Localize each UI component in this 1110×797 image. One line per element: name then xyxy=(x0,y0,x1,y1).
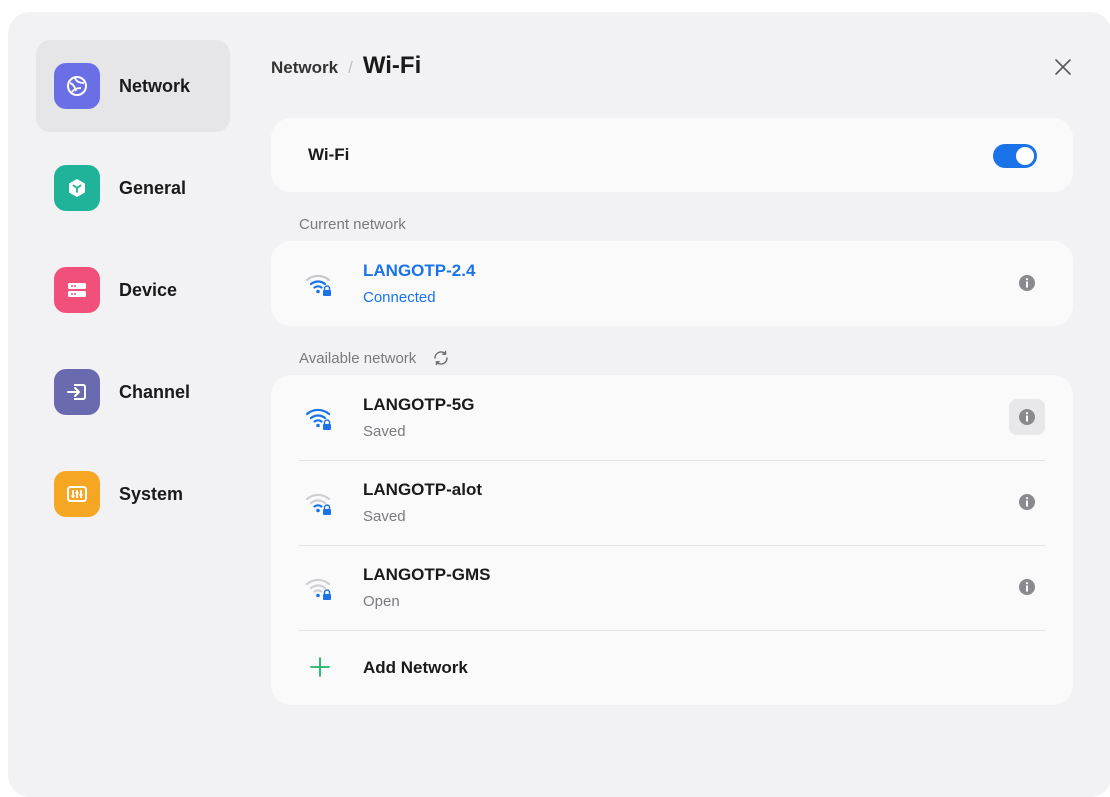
wifi-toggle-label: Wi-Fi xyxy=(308,145,350,164)
info-icon xyxy=(1019,579,1035,595)
wifi-lock-icon xyxy=(305,578,331,600)
network-name: LANGOTP-5G xyxy=(363,395,475,414)
input-icon xyxy=(54,369,100,415)
add-network-label: Add Network xyxy=(363,658,468,677)
refresh-icon[interactable] xyxy=(432,349,450,367)
close-button[interactable] xyxy=(1053,57,1073,77)
wifi-lock-icon xyxy=(305,274,331,296)
info-icon xyxy=(1019,494,1035,510)
sidebar-item-general[interactable]: General xyxy=(36,142,230,234)
network-name: LANGOTP-GMS xyxy=(363,565,491,584)
add-network-button[interactable]: Add Network xyxy=(271,630,1073,705)
page-title: Wi-Fi xyxy=(362,52,422,79)
globe-icon xyxy=(54,63,100,109)
network-row[interactable]: LANGOTP-2.4 Connected xyxy=(271,241,1073,326)
sliders-icon xyxy=(54,471,100,517)
info-icon xyxy=(1019,409,1035,425)
sidebar-item-device[interactable]: Device xyxy=(36,244,230,336)
sidebar-item-label: General xyxy=(119,177,187,198)
network-status: Open xyxy=(363,593,400,610)
breadcrumb: Network / Wi-Fi xyxy=(271,52,421,80)
network-name: LANGOTP-alot xyxy=(363,480,482,499)
sidebar: Network General Device Channel System xyxy=(36,40,230,550)
available-network-label: Available network xyxy=(299,349,450,367)
network-row[interactable]: LANGOTP-5G Saved xyxy=(271,375,1073,460)
breadcrumb-parent[interactable]: Network xyxy=(271,58,338,78)
network-status: Saved xyxy=(363,508,406,525)
server-icon xyxy=(54,267,100,313)
toggle-knob xyxy=(1016,147,1034,165)
plus-icon xyxy=(310,657,330,677)
network-info-button[interactable] xyxy=(1009,399,1045,435)
network-status: Saved xyxy=(363,423,406,440)
available-network-label-text: Available network xyxy=(299,349,417,367)
sidebar-item-label: Network xyxy=(119,75,191,96)
sidebar-item-channel[interactable]: Channel xyxy=(36,346,230,438)
current-network-label: Current network xyxy=(299,216,406,233)
wifi-toggle-card: Wi-Fi xyxy=(271,118,1073,192)
sidebar-item-network[interactable]: Network xyxy=(36,40,230,132)
sidebar-item-label: Channel xyxy=(119,381,191,402)
sidebar-item-system[interactable]: System xyxy=(36,448,230,540)
wifi-lock-icon xyxy=(305,408,331,430)
network-info-button[interactable] xyxy=(1009,569,1045,605)
network-status: Connected xyxy=(363,289,436,306)
available-networks-card: LANGOTP-5G Saved LANGOTP-alot Saved LANG… xyxy=(271,375,1073,705)
sidebar-item-label: System xyxy=(119,483,184,504)
current-network-card: LANGOTP-2.4 Connected xyxy=(271,241,1073,326)
cube-icon xyxy=(54,165,100,211)
network-info-button[interactable] xyxy=(1009,484,1045,520)
network-row[interactable]: LANGOTP-GMS Open xyxy=(271,545,1073,630)
network-info-button[interactable] xyxy=(1009,265,1045,301)
close-icon xyxy=(1055,59,1071,75)
sidebar-item-label: Device xyxy=(119,279,178,300)
network-name: LANGOTP-2.4 xyxy=(363,261,476,280)
settings-window: Network General Device Channel System Ne… xyxy=(8,12,1110,797)
info-icon xyxy=(1019,275,1035,291)
wifi-lock-icon xyxy=(305,493,331,515)
breadcrumb-separator: / xyxy=(348,58,353,77)
network-row[interactable]: LANGOTP-alot Saved xyxy=(271,460,1073,545)
wifi-toggle[interactable] xyxy=(993,144,1037,168)
